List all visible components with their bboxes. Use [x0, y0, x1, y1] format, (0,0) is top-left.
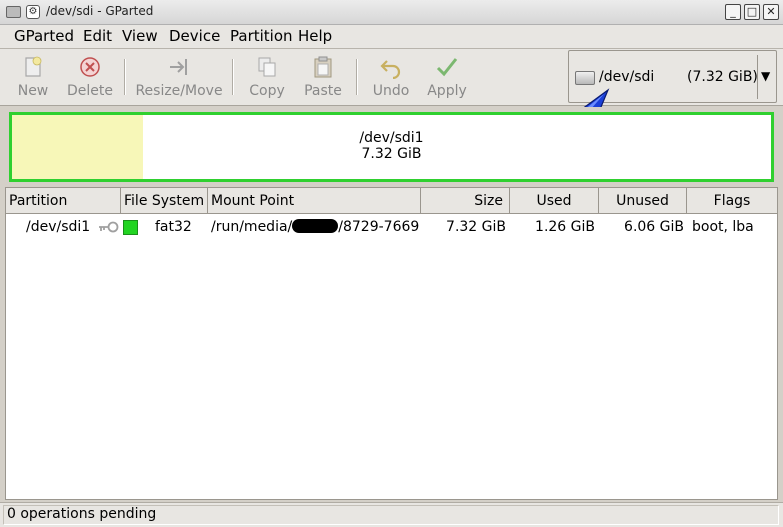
toolbar-separator	[356, 59, 358, 95]
map-partition-name: /dev/sdi1	[359, 130, 424, 146]
partition-map-sdi1[interactable]: /dev/sdi1 7.32 GiB	[9, 112, 774, 182]
cell-filesystem: fat32	[155, 219, 192, 235]
menu-view[interactable]: View	[122, 27, 158, 45]
checkmark-icon	[435, 55, 459, 79]
undo-icon	[379, 55, 403, 80]
cell-unused: 6.06 GiB	[624, 219, 684, 235]
column-header-filesystem[interactable]: File System	[121, 188, 208, 214]
title-bar: ⚙ /dev/sdi - GParted _ □ ✕	[0, 0, 783, 25]
column-header-flags[interactable]: Flags	[687, 188, 777, 214]
new-document-icon	[21, 55, 45, 79]
table-row[interactable]: /dev/sdi1 fat32 /run/media/ /8729-7669 7.…	[6, 216, 777, 238]
paste-button[interactable]: Paste	[298, 49, 348, 103]
menu-bar: GParted Edit View Device Partition Help	[0, 25, 783, 49]
harddisk-icon	[575, 71, 595, 85]
undo-button[interactable]: Undo	[366, 49, 416, 103]
resize-icon	[167, 55, 191, 79]
cell-used: 1.26 GiB	[535, 219, 595, 235]
cell-partition: /dev/sdi1	[26, 219, 91, 235]
filesystem-color-swatch	[123, 220, 138, 235]
new-button[interactable]: New	[10, 49, 56, 103]
delete-icon	[78, 55, 102, 79]
cell-size: 7.32 GiB	[446, 219, 506, 235]
partition-table: Partition File System Mount Point Size U…	[5, 187, 778, 500]
menu-edit[interactable]: Edit	[83, 27, 112, 45]
dropdown-arrow-icon[interactable]: ▼	[761, 69, 770, 83]
status-bar: 0 operations pending	[0, 502, 783, 527]
menu-help[interactable]: Help	[298, 27, 332, 45]
toolbar-separator	[232, 59, 234, 95]
column-header-used[interactable]: Used	[510, 188, 599, 214]
cell-mountpoint: /run/media/ /8729-7669	[211, 219, 419, 235]
column-header-partition[interactable]: Partition	[6, 188, 121, 214]
mountpoint-prefix: /run/media/	[211, 219, 293, 235]
column-header-size[interactable]: Size	[421, 188, 510, 214]
paste-icon	[311, 55, 335, 79]
key-icon	[99, 221, 119, 233]
delete-button[interactable]: Delete	[62, 49, 118, 103]
apply-button[interactable]: Apply	[422, 49, 472, 103]
column-header-unused[interactable]: Unused	[599, 188, 687, 214]
gparted-app-icon	[6, 6, 21, 18]
toolbar-separator	[124, 59, 126, 95]
status-text: 0 operations pending	[7, 506, 157, 522]
menu-device[interactable]: Device	[169, 27, 220, 45]
device-size: (7.32 GiB)	[687, 69, 758, 85]
mountpoint-suffix: /8729-7669	[338, 219, 420, 235]
device-name: /dev/sdi	[599, 69, 655, 85]
combo-separator	[757, 55, 758, 99]
table-header: Partition File System Mount Point Size U…	[6, 188, 777, 214]
minimize-button[interactable]: _	[725, 4, 741, 20]
copy-button[interactable]: Copy	[242, 49, 292, 103]
window-menu-icon[interactable]: ⚙	[26, 5, 40, 19]
cell-flags: boot, lba	[692, 219, 754, 235]
close-button[interactable]: ✕	[763, 4, 779, 20]
menu-gparted[interactable]: GParted	[14, 27, 74, 45]
maximize-button[interactable]: □	[744, 4, 760, 20]
copy-icon	[255, 55, 279, 79]
window-title: /dev/sdi - GParted	[46, 4, 154, 18]
redacted-username	[292, 219, 339, 233]
resize-move-button[interactable]: Resize/Move	[132, 49, 226, 103]
map-partition-size: 7.32 GiB	[361, 146, 422, 162]
menu-partition[interactable]: Partition	[230, 27, 293, 45]
column-header-mountpoint[interactable]: Mount Point	[208, 188, 421, 214]
